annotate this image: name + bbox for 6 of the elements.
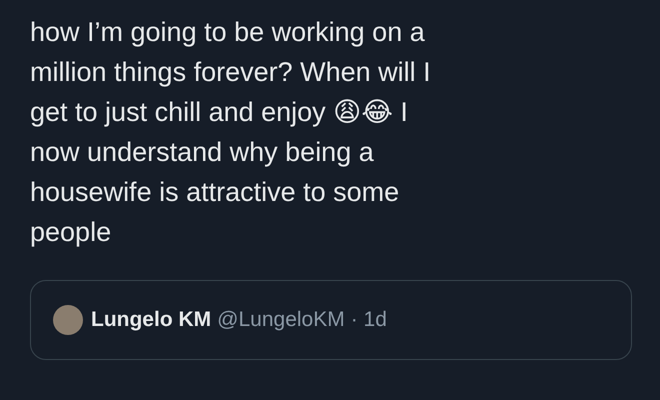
quoted-tweet-card[interactable]: Lungelo KM @LungeloKM · 1d <box>30 280 632 360</box>
author-name[interactable]: Lungelo KM <box>91 308 212 332</box>
author-handle[interactable]: @LungeloKM <box>217 308 345 332</box>
avatar[interactable] <box>53 305 83 335</box>
tweet-text: how I’m going to be working on a million things forever? When will I get to just chill and enjoy 😩😂 I now understand why being a housewife is attractive to some people <box>30 16 432 249</box>
tweet-time: · 1d <box>350 308 387 332</box>
